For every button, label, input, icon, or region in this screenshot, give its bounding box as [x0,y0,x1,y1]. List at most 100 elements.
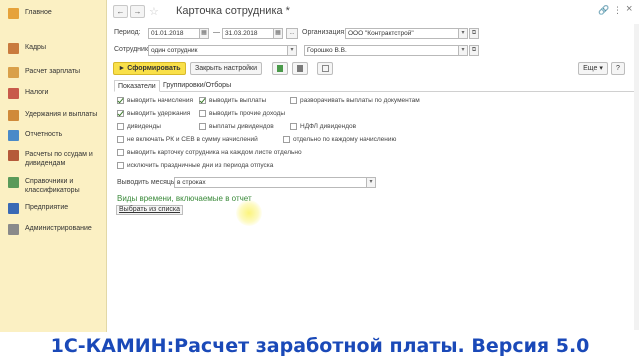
sidebar-item-label: Налоги [25,89,49,96]
checkbox-label: выводить карточку сотрудника на каждом л… [127,149,302,156]
checkbox-box [117,97,124,104]
help-button[interactable]: ? [611,62,625,75]
checkbox-box [290,97,297,104]
sidebar-item-payroll[interactable]: Расчет зарплаты [0,67,107,78]
excel-icon [277,65,283,72]
sidebar-item-directories[interactable]: Справочники и классификаторы [0,177,107,195]
checkbox-box [117,123,124,130]
preview-icon [321,65,329,72]
back-button[interactable]: ← [113,5,128,18]
checkbox-box [117,110,124,117]
forward-button[interactable]: → [130,5,145,18]
checkbox-label: выводить удержания [127,110,191,117]
favorite-star-icon[interactable]: ☆ [149,5,159,18]
checkbox-deductions[interactable]: выводить удержания [117,110,190,117]
select-from-list-button[interactable]: Выбрать из списка [116,205,184,215]
checkbox-box [199,110,206,117]
sidebar-item-main[interactable]: Главное [0,8,107,19]
checkbox-ndfl-dividends[interactable]: НДФЛ дивидендов [290,123,356,130]
period-from-input[interactable]: 01.01.2018 [148,28,200,39]
employee-input[interactable]: Горошко В.В. [304,45,459,56]
checkbox-label: исключить праздничные дни из периода отп… [127,162,274,169]
organization-input[interactable]: ООО "Контрактстрой" [345,28,459,39]
checkbox-label: выводить выплаты [209,97,267,104]
sidebar-item-taxes[interactable]: Налоги [0,88,107,99]
employee-mode-dropdown-icon[interactable]: ▾ [287,45,297,56]
page-title: Карточка сотрудника * [176,5,290,17]
sidebar-item-label: Кадры [25,44,46,51]
sidebar-item-loans[interactable]: Расчеты по ссудам и дивидендам [0,150,107,168]
checkbox-label: разворачивать выплаты по документам [300,97,420,104]
tab-groupings[interactable]: Группировки/Отборы [160,80,234,92]
scrollbar[interactable] [634,24,639,330]
checkbox-box [283,136,290,143]
tab-indicators[interactable]: Показатели [114,80,160,92]
save-button[interactable] [292,62,308,75]
generate-button[interactable]: ► Сформировать [113,62,186,75]
checkbox-box [199,123,206,130]
link-icon[interactable]: 🔗 [598,5,609,16]
sidebar-item-label: Главное [25,9,52,16]
employee-mode-select[interactable]: один сотрудник [148,45,288,56]
employee-label: Сотрудник: [114,46,150,53]
sidebar-item-personnel[interactable]: Кадры [0,43,107,54]
close-settings-button[interactable]: Закрыть настройки [190,62,262,75]
checkbox-label: выводить начисления [127,97,194,104]
period-to-input[interactable]: 31.03.2018 [222,28,274,39]
checkbox-dividends[interactable]: дивиденды [117,123,161,130]
titlebar: ← → ☆ Карточка сотрудника * 🔗 ⋮ × [108,0,640,24]
directories-icon [8,177,19,188]
months-dropdown-icon[interactable]: ▾ [366,177,376,188]
sidebar-item-deductions[interactable]: Удержания и выплаты [0,110,107,121]
tab-bar: Показатели Группировки/Отборы [114,80,634,92]
checkbox-box [290,123,297,130]
calendar-to-icon[interactable]: ▦ [273,28,283,39]
checkbox-label: не включать РК и СЕВ в сумму начислений [127,136,258,143]
checkbox-no-rk-sev[interactable]: не включать РК и СЕВ в сумму начислений [117,136,258,143]
organization-dropdown-icon[interactable]: ▾ [458,28,468,39]
checkbox-each-accrual[interactable]: отдельно по каждому начислению [283,136,396,143]
checkbox-dividend-payments[interactable]: выплаты дивидендов [199,123,274,130]
months-select[interactable]: в строках [174,177,367,188]
checkbox-other-income[interactable]: выводить прочие доходы [199,110,285,117]
payments-icon [8,110,19,121]
employee-dropdown-icon[interactable]: ▾ [458,45,468,56]
checkbox-accruals[interactable]: выводить начисления [117,97,193,104]
checkbox-box [117,149,124,156]
more-icon[interactable]: ⋮ [613,5,622,16]
checkbox-payments-by-docs[interactable]: разворачивать выплаты по документам [290,97,420,104]
organization-label: Организация: [302,29,347,36]
checkbox-box [117,162,124,169]
mouse-cursor-highlight [236,200,262,226]
footer-caption: 1С-КАМИН:Расчет заработной платы. Версия… [0,332,640,360]
sidebar-item-label: Администрирование [25,225,92,232]
sidebar-item-label: Удержания и выплаты [25,111,98,118]
organization-open-icon[interactable]: ⧉ [469,28,479,39]
sidebar: Главное Кадры Расчет зарплаты Налоги Уде… [0,0,107,332]
admin-icon [8,224,19,235]
preview-button[interactable] [317,62,333,75]
sidebar-item-admin[interactable]: Администрирование [0,224,107,235]
time-types-label: Виды времени, включаемые в отчет [117,194,252,203]
sidebar-item-reports[interactable]: Отчетность [0,130,107,141]
reports-icon [8,130,19,141]
payroll-icon [8,67,19,78]
sidebar-item-enterprise[interactable]: Предприятие [0,203,107,214]
checkbox-exclude-holidays[interactable]: исключить праздничные дни из периода отп… [117,162,273,169]
more-button[interactable]: Еще ▾ [578,62,608,75]
months-label: Выводить месяцы: [117,179,178,186]
period-select-button[interactable]: ... [286,28,298,39]
employee-open-icon[interactable]: ⧉ [469,45,479,56]
close-icon[interactable]: × [626,3,632,15]
sidebar-item-label: Предприятие [25,204,69,211]
checkbox-box [117,136,124,143]
checkbox-payments[interactable]: выводить выплаты [199,97,266,104]
sidebar-item-label: Справочники и классификаторы [25,178,80,194]
period-dash: — [213,29,220,36]
save-icon [297,65,303,72]
calendar-from-icon[interactable]: ▦ [199,28,209,39]
print-button[interactable] [272,62,288,75]
checkbox-each-sheet[interactable]: выводить карточку сотрудника на каждом л… [117,149,302,156]
checkbox-label: НДФЛ дивидендов [300,123,357,130]
checkbox-label: дивиденды [127,123,161,130]
